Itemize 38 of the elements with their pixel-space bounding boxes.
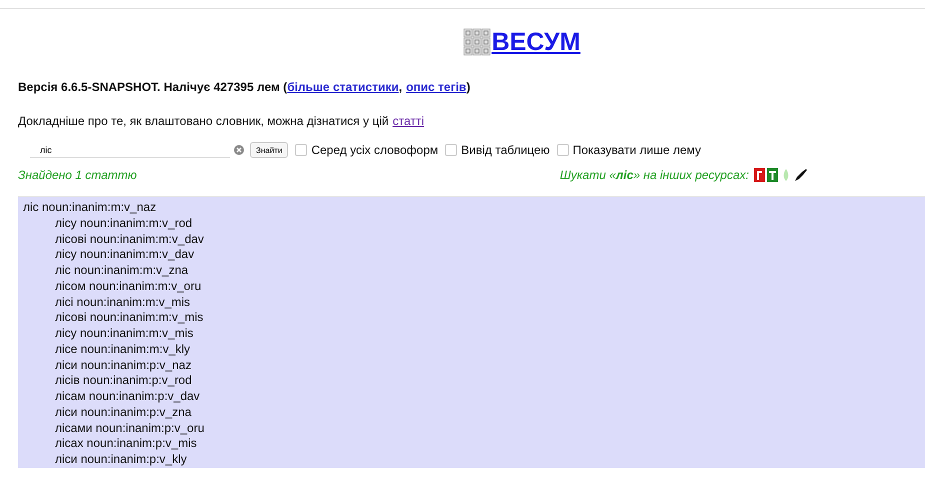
checkbox-label: Показувати лише лему (572, 143, 702, 157)
checkbox-label: Серед усіх словоформ (311, 143, 438, 157)
checkbox[interactable] (295, 144, 308, 156)
word-form: лісі noun:inanim:m:v_mis (54, 294, 192, 310)
search-button[interactable]: Знайти (250, 142, 288, 158)
word-form: лісові noun:inanim:m:v_dav (54, 232, 205, 248)
lemma-line: ліс noun:inanim:m:v_naz (23, 200, 158, 216)
checkbox-label: Вивід таблицею (461, 143, 550, 157)
word-form: лісу noun:inanim:m:v_dav (54, 247, 196, 263)
word-form: ліс noun:inanim:m:v_zna (54, 263, 190, 279)
word-form: ліси noun:inanim:p:v_kly (54, 452, 188, 468)
checkbox[interactable] (556, 144, 569, 156)
word-form: лісами noun:inanim:p:v_oru (54, 420, 206, 436)
site-title-link[interactable]: ВЕСУМ (492, 27, 580, 57)
result-count: Знайдено 1 статтю (18, 168, 137, 182)
closing-paren: ) (466, 80, 470, 94)
word-form: лісові noun:inanim:m:v_mis (54, 310, 204, 326)
clear-icon (234, 145, 244, 155)
logo-icon (462, 28, 492, 56)
word-form: ліси noun:inanim:p:v_naz (54, 358, 192, 374)
stats-link[interactable]: більше статистики (287, 80, 399, 94)
checkbox[interactable] (445, 144, 458, 156)
leaf-icon (783, 168, 789, 182)
word-form: лісу noun:inanim:m:v_rod (54, 216, 194, 232)
word-form: лісом noun:inanim:m:v_oru (54, 278, 202, 294)
other-resources-label: Шукати «ліс» на інших ресурсах: (560, 168, 749, 182)
word-form: лісу noun:inanim:m:v_mis (54, 326, 194, 342)
word-form: лісе noun:inanim:m:v_kly (54, 342, 192, 358)
word-form: лісів noun:inanim:p:v_rod (54, 373, 193, 389)
stats-link[interactable]: опис тегів (406, 80, 466, 94)
word-form: ліси noun:inanim:p:v_zna (54, 404, 192, 420)
dictionary-icon (754, 168, 778, 182)
intro-text: Докладніше про те, як влаштовано словник, можна дізнатися у цій (18, 114, 389, 128)
separator-text: , (398, 80, 402, 94)
word-form: лісам noun:inanim:p:v_dav (54, 389, 201, 405)
word-form: лісах noun:inanim:p:v_mis (54, 436, 198, 452)
article-link[interactable]: статті (392, 114, 424, 128)
version-text: Версія 6.6.5-SNAPSHOT. Налічує 427395 лем ( (18, 80, 288, 94)
